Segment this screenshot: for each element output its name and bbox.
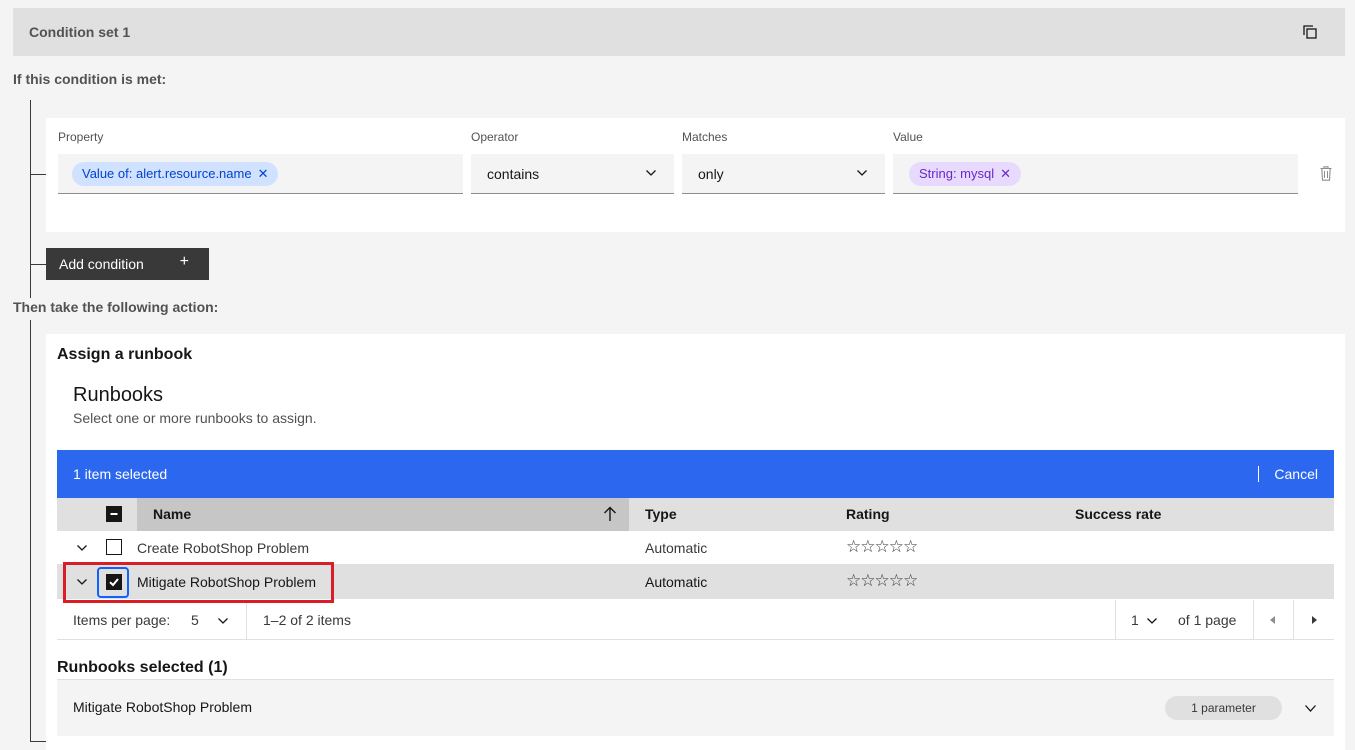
add-condition-label: Add condition xyxy=(59,256,144,272)
caret-right-icon[interactable] xyxy=(1311,616,1317,624)
chevron-down-icon[interactable] xyxy=(1305,705,1316,712)
operator-select[interactable]: contains xyxy=(471,154,674,194)
column-header-success-rate[interactable]: Success rate xyxy=(1075,506,1161,522)
matches-label: Matches xyxy=(682,130,728,144)
tree-branch xyxy=(30,741,46,742)
assign-runbook-title: Assign a runbook xyxy=(57,346,193,363)
trash-icon[interactable] xyxy=(1320,166,1332,181)
divider xyxy=(1115,600,1116,640)
tag-remove-icon[interactable]: ✕ xyxy=(1000,166,1011,182)
selected-count: 1 item selected xyxy=(73,466,168,482)
tree-branch xyxy=(30,174,46,175)
chevron-down-icon[interactable] xyxy=(1147,618,1157,624)
condition-set-header: Condition set 1 xyxy=(13,8,1345,56)
value-field[interactable]: String: mysql ✕ xyxy=(893,154,1298,194)
batch-action-bar: 1 item selected Cancel xyxy=(57,450,1334,498)
runbook-type: Automatic xyxy=(645,540,708,556)
tree-line xyxy=(30,100,31,298)
selected-runbook-item[interactable]: Mitigate RobotShop Problem 1 parameter xyxy=(57,679,1334,736)
property-tag-label: Value of: alert.resource.name xyxy=(82,166,252,181)
value-tag-label: String: mysql xyxy=(919,166,995,181)
runbooks-selected-title: Runbooks selected (1) xyxy=(57,659,228,676)
select-all-checkbox[interactable] xyxy=(106,506,122,522)
value-tag: String: mysql ✕ xyxy=(909,161,1022,186)
runbooks-title: Runbooks xyxy=(73,384,164,406)
column-header-name: Name xyxy=(153,506,192,522)
page-count: of 1 page xyxy=(1178,612,1237,628)
chevron-down-icon xyxy=(857,170,867,176)
copy-icon[interactable] xyxy=(1303,25,1317,39)
column-header-type[interactable]: Type xyxy=(645,506,677,522)
parameter-tag: 1 parameter xyxy=(1165,696,1282,720)
rating-stars[interactable]: ☆☆☆☆☆ xyxy=(846,571,918,591)
sort-ascending-icon[interactable] xyxy=(603,506,617,522)
pagination: Items per page: 5 1–2 of 2 items 1 of 1 … xyxy=(57,600,1334,640)
tag-remove-icon[interactable]: ✕ xyxy=(258,166,269,182)
items-per-page-label: Items per page: xyxy=(73,612,171,628)
cancel-button[interactable]: Cancel xyxy=(1274,466,1318,482)
tree-branch xyxy=(30,264,46,265)
add-condition-button[interactable]: Add condition + xyxy=(46,248,209,280)
plus-icon: + xyxy=(179,253,189,270)
divider xyxy=(1293,600,1294,640)
action-panel: Assign a runbook Runbooks Select one or … xyxy=(46,334,1345,750)
property-field[interactable]: Value of: alert.resource.name ✕ xyxy=(58,154,463,194)
condition-set-title: Condition set 1 xyxy=(29,24,131,40)
tree-line xyxy=(30,320,31,742)
runbook-name: Create RobotShop Problem xyxy=(137,540,309,556)
operator-value: contains xyxy=(487,165,540,182)
selected-runbook-name: Mitigate RobotShop Problem xyxy=(73,699,252,715)
chevron-down-icon[interactable] xyxy=(77,545,87,551)
runbooks-subtitle: Select one or more runbooks to assign. xyxy=(73,410,317,426)
condition-section-label: If this condition is met: xyxy=(13,71,167,87)
column-header-rating[interactable]: Rating xyxy=(846,506,890,522)
rating-stars[interactable]: ☆☆☆☆☆ xyxy=(846,537,918,557)
name-column-header[interactable] xyxy=(137,498,629,531)
highlight-box xyxy=(63,562,334,603)
divider xyxy=(1253,600,1254,640)
action-section-label: Then take the following action: xyxy=(13,299,219,315)
matches-select[interactable]: only xyxy=(682,154,885,194)
chevron-down-icon[interactable] xyxy=(218,618,228,624)
runbook-type: Automatic xyxy=(645,574,708,590)
items-per-page-select[interactable]: 5 xyxy=(191,612,199,628)
table-header: Name Type Rating Success rate xyxy=(57,498,1334,531)
chevron-down-icon xyxy=(646,170,656,176)
condition-row: Property Value of: alert.resource.name ✕… xyxy=(46,118,1345,232)
divider xyxy=(246,600,247,640)
table-row[interactable]: Create RobotShop Problem Automatic ☆☆☆☆☆ xyxy=(57,531,1334,565)
property-tag: Value of: alert.resource.name ✕ xyxy=(72,161,279,186)
row-checkbox[interactable] xyxy=(106,539,122,555)
page-select[interactable]: 1 xyxy=(1131,612,1139,628)
value-label: Value xyxy=(893,130,923,144)
matches-value: only xyxy=(698,165,724,182)
indeterminate-icon xyxy=(110,513,118,515)
items-range: 1–2 of 2 items xyxy=(263,612,351,628)
divider xyxy=(1258,466,1259,482)
caret-left-icon[interactable] xyxy=(1270,616,1276,624)
operator-label: Operator xyxy=(471,130,519,144)
property-label: Property xyxy=(58,130,104,144)
